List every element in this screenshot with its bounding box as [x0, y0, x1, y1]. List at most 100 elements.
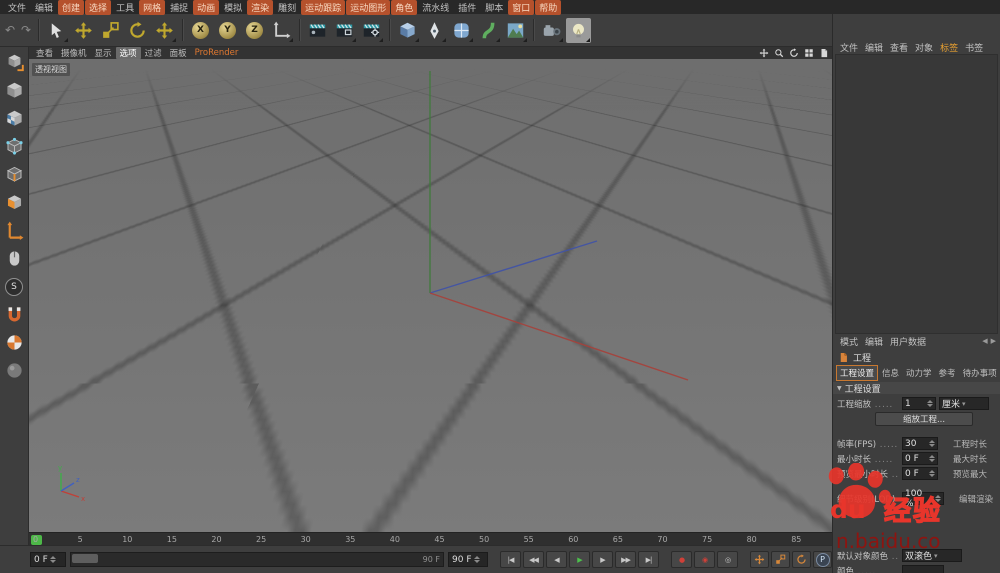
- preview-min-time-field[interactable]: 0 F: [902, 467, 938, 480]
- menu-item-13[interactable]: 角色: [391, 0, 417, 15]
- om-menu-item-2[interactable]: 查看: [887, 41, 911, 54]
- spinner-icon[interactable]: [929, 440, 935, 447]
- z-axis-lock-button[interactable]: Z: [242, 18, 267, 43]
- om-menu-item-3[interactable]: 对象: [912, 41, 936, 54]
- om-menu-item-1[interactable]: 编辑: [862, 41, 886, 54]
- record-position-toggle[interactable]: [750, 551, 769, 568]
- x-axis-lock-button[interactable]: X: [188, 18, 213, 43]
- viewport-menu-item-3[interactable]: 选项: [116, 47, 141, 59]
- polygons-mode-button[interactable]: [4, 192, 25, 213]
- prev-frame-button[interactable]: ◀: [546, 551, 567, 568]
- recent-tool[interactable]: [152, 18, 177, 43]
- pan-view-button[interactable]: [758, 48, 770, 59]
- spinner-icon[interactable]: [927, 400, 933, 407]
- axis-mode-button[interactable]: [4, 220, 25, 241]
- autokey-button[interactable]: ◉: [694, 551, 715, 568]
- viewport-canvas[interactable]: y x z 透视视图: [29, 59, 833, 532]
- spinner-icon[interactable]: [929, 455, 935, 462]
- camera-button[interactable]: [539, 18, 564, 43]
- redo-button[interactable]: ↷: [19, 18, 33, 43]
- am-menu-item-2[interactable]: 用户数据: [887, 335, 929, 348]
- om-menu-item-0[interactable]: 文件: [837, 41, 861, 54]
- history-forward-button[interactable]: ▶: [991, 337, 996, 345]
- history-back-button[interactable]: ◀: [982, 337, 987, 345]
- next-frame-button[interactable]: ▶: [592, 551, 613, 568]
- attribute-tab-2[interactable]: 动力学: [903, 366, 935, 380]
- subdivision-surface-button[interactable]: [449, 18, 474, 43]
- spinner-icon[interactable]: [474, 556, 480, 563]
- live-selection-tool[interactable]: [44, 18, 69, 43]
- record-scale-toggle[interactable]: [771, 551, 790, 568]
- attribute-tab-3[interactable]: 参考: [936, 366, 959, 380]
- slider-handle[interactable]: [72, 554, 98, 563]
- record-keyframe-button[interactable]: ●: [671, 551, 692, 568]
- points-mode-button[interactable]: [4, 136, 25, 157]
- menu-item-12[interactable]: 运动图形: [346, 0, 390, 15]
- color-swatch[interactable]: [902, 565, 944, 573]
- spinner-icon[interactable]: [935, 495, 941, 502]
- menu-item-5[interactable]: 网格: [139, 0, 165, 15]
- prev-key-button[interactable]: ◀◀: [523, 551, 544, 568]
- menu-item-10[interactable]: 雕刻: [274, 0, 300, 15]
- y-axis-lock-button[interactable]: Y: [215, 18, 240, 43]
- min-time-field[interactable]: 0 F: [902, 452, 938, 465]
- viewport-menu-item-1[interactable]: 摄像机: [57, 47, 91, 59]
- viewport[interactable]: 查看摄像机显示选项过滤面板ProRender y x z 透视视图: [29, 47, 833, 532]
- menu-item-7[interactable]: 动画: [193, 0, 219, 15]
- viewport-menu-item-0[interactable]: 查看: [32, 47, 57, 59]
- spinner-icon[interactable]: [929, 470, 935, 477]
- render-picture-viewer-button[interactable]: [332, 18, 357, 43]
- menu-item-17[interactable]: 窗口: [508, 0, 534, 15]
- menu-item-9[interactable]: 渲染: [247, 0, 273, 15]
- deformer-button[interactable]: [476, 18, 501, 43]
- attribute-tab-0[interactable]: 工程设置: [836, 365, 878, 381]
- lod-field[interactable]: 100 %: [902, 492, 944, 505]
- viewport-mode-button[interactable]: [4, 248, 25, 269]
- viewport-menu-item-2[interactable]: 显示: [91, 47, 116, 59]
- rotate-view-button[interactable]: [788, 48, 800, 59]
- menu-item-3[interactable]: 选择: [85, 0, 111, 15]
- undo-button[interactable]: ↶: [3, 18, 17, 43]
- menu-item-6[interactable]: 捕捉: [166, 0, 192, 15]
- menu-item-8[interactable]: 模拟: [220, 0, 246, 15]
- menu-item-4[interactable]: 工具: [112, 0, 138, 15]
- attribute-tab-1[interactable]: 信息: [879, 366, 902, 380]
- snap-toggle-button[interactable]: S: [4, 276, 25, 297]
- menu-item-16[interactable]: 脚本: [481, 0, 507, 15]
- toggle-layout-button[interactable]: [803, 48, 815, 59]
- object-manager[interactable]: [835, 54, 998, 334]
- magnet-snap-button[interactable]: [4, 304, 25, 325]
- goto-start-button[interactable]: |◀: [500, 551, 521, 568]
- menu-item-18[interactable]: 帮助: [535, 0, 561, 15]
- panel-page-button[interactable]: [818, 48, 830, 59]
- end-frame-field[interactable]: 90 F: [448, 552, 488, 567]
- render-settings-button[interactable]: [359, 18, 384, 43]
- next-key-button[interactable]: ▶▶: [615, 551, 636, 568]
- scale-tool[interactable]: [98, 18, 123, 43]
- scale-project-button[interactable]: 缩放工程...: [875, 412, 973, 426]
- menu-item-11[interactable]: 运动跟踪: [301, 0, 345, 15]
- default-object-color-dropdown[interactable]: 双滚色 ▾: [902, 549, 962, 562]
- zoom-view-button[interactable]: [773, 48, 785, 59]
- record-parameter-toggle[interactable]: P: [813, 551, 832, 568]
- light-button[interactable]: [566, 18, 591, 43]
- primitive-cube-button[interactable]: [395, 18, 420, 43]
- menu-item-2[interactable]: 创建: [58, 0, 84, 15]
- project-settings-section[interactable]: ▼ 工程设置: [833, 382, 1000, 394]
- make-editable-button[interactable]: [4, 52, 25, 73]
- viewport-menu-item-4[interactable]: 过滤: [141, 47, 166, 59]
- keyframe-selection-button[interactable]: ◎: [717, 551, 738, 568]
- om-menu-item-4[interactable]: 标签: [937, 41, 961, 54]
- spline-pen-button[interactable]: [422, 18, 447, 43]
- coordinate-system-button[interactable]: [269, 18, 294, 43]
- attribute-tab-4[interactable]: 待办事项: [960, 366, 1000, 380]
- environment-button[interactable]: [503, 18, 528, 43]
- edges-mode-button[interactable]: [4, 164, 25, 185]
- model-mode-button[interactable]: [4, 80, 25, 101]
- current-frame-field[interactable]: 0 F: [30, 552, 66, 567]
- rotate-tool[interactable]: [125, 18, 150, 43]
- workplane-button[interactable]: [4, 360, 25, 381]
- spinner-icon[interactable]: [50, 556, 56, 563]
- play-button[interactable]: ▶: [569, 551, 590, 568]
- menu-item-0[interactable]: 文件: [4, 0, 30, 15]
